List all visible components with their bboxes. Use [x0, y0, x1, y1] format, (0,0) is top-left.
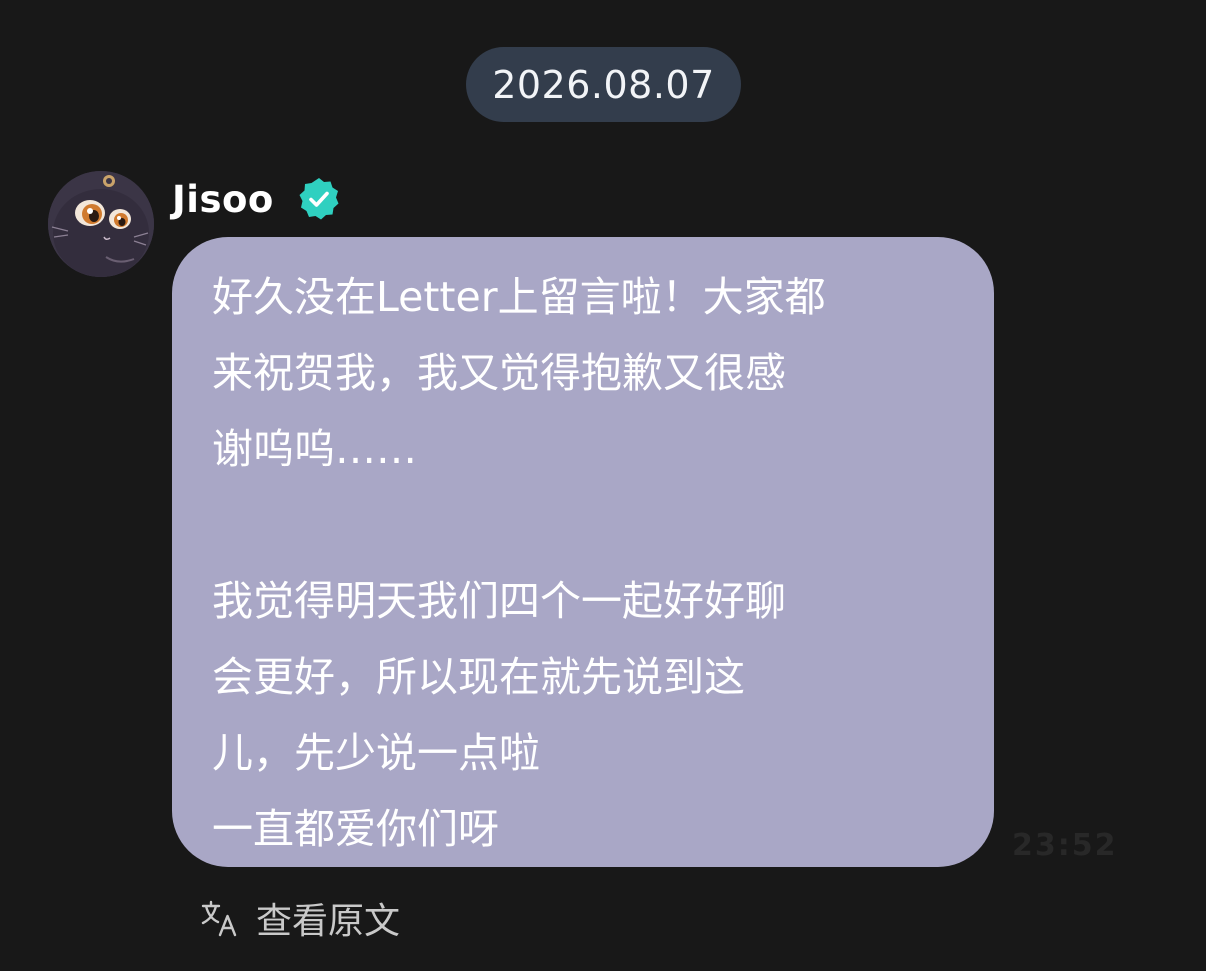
cat-avatar-icon	[48, 171, 154, 277]
view-original-label: 查看原文	[256, 901, 401, 942]
message-line: 谢呜呜……	[212, 425, 417, 473]
message-line-blank	[212, 487, 954, 563]
verified-badge-icon	[299, 178, 339, 220]
chat-screen: 2026.08.07 Jisoo 好久没在Letter上留言啦！大家都 来祝贺我…	[0, 0, 1206, 971]
message-line: 会更好，所以现在就先说到这	[212, 653, 745, 701]
message-timestamp: 23:52	[1012, 828, 1118, 863]
date-separator: 2026.08.07	[466, 47, 741, 122]
message-line: 儿，先少说一点啦	[212, 729, 540, 777]
message-line: 来祝贺我，我又觉得抱歉又很感	[212, 349, 786, 397]
message-line: 一直都爱你们呀	[212, 805, 499, 853]
message-bubble[interactable]: 好久没在Letter上留言啦！大家都 来祝贺我，我又觉得抱歉又很感 谢呜呜…… …	[172, 237, 994, 867]
avatar[interactable]	[48, 171, 154, 277]
message-line: 好久没在Letter上留言啦！大家都	[212, 273, 826, 321]
sender-row: Jisoo	[172, 172, 342, 226]
translate-icon	[201, 900, 237, 937]
view-original-button[interactable]: 查看原文	[200, 892, 400, 944]
sender-name[interactable]: Jisoo	[172, 178, 274, 221]
message-line: 我觉得明天我们四个一起好好聊	[212, 577, 786, 625]
